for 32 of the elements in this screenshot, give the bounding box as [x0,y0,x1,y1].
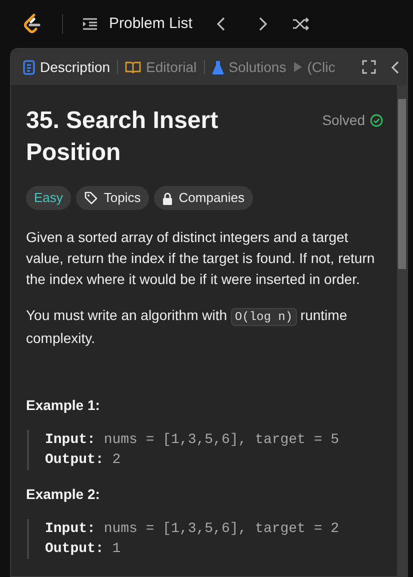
status-label: Solved [322,111,365,130]
difficulty-badge[interactable]: Easy [26,186,71,210]
collapse-icon[interactable] [391,60,399,74]
shuffle-icon[interactable] [292,17,310,31]
chevron-left-icon[interactable] [216,17,226,31]
tab[interactable]: Description [40,56,110,78]
tag-icon [84,191,98,205]
tab[interactable]: Solutions [228,56,286,78]
fullscreen-icon[interactable] [362,60,376,74]
book-icon [125,60,142,74]
flask-icon [212,60,224,74]
description-paragraph: You must write an algorithm with O(log n) runtime complexity. [26,306,348,348]
tag-chip[interactable]: Topics [76,186,149,210]
document-icon [23,60,35,74]
logo-icon[interactable] [22,13,42,35]
tab[interactable]: Editorial [146,56,197,78]
scrollbar[interactable] [397,85,407,576]
description-paragraph: Given a sorted array of distinct integers and a target value, return the index if the target is found. If not, return the index where it would be if it were inserted in order. [26,228,376,289]
example-heading: Example 2: [26,485,101,504]
play-icon [294,62,302,72]
tab[interactable]: (Clic [307,56,336,78]
example-line: Input: nums = [1,3,5,6], target = 5 [45,431,340,450]
tag-chip[interactable]: Companies [154,186,253,210]
lock-icon [162,192,173,204]
example-line: Input: nums = [1,3,5,6], target = 2 [45,520,340,539]
example-line: Output: 2 [45,451,122,470]
example-line: Output: 1 [45,540,122,559]
list-icon [83,18,97,30]
chevron-right-icon[interactable] [258,17,268,31]
problem-title: 35. Search Insert Position [26,106,220,168]
problem-list-button[interactable]: Problem List [83,12,192,36]
example-heading: Example 1: [26,396,101,415]
